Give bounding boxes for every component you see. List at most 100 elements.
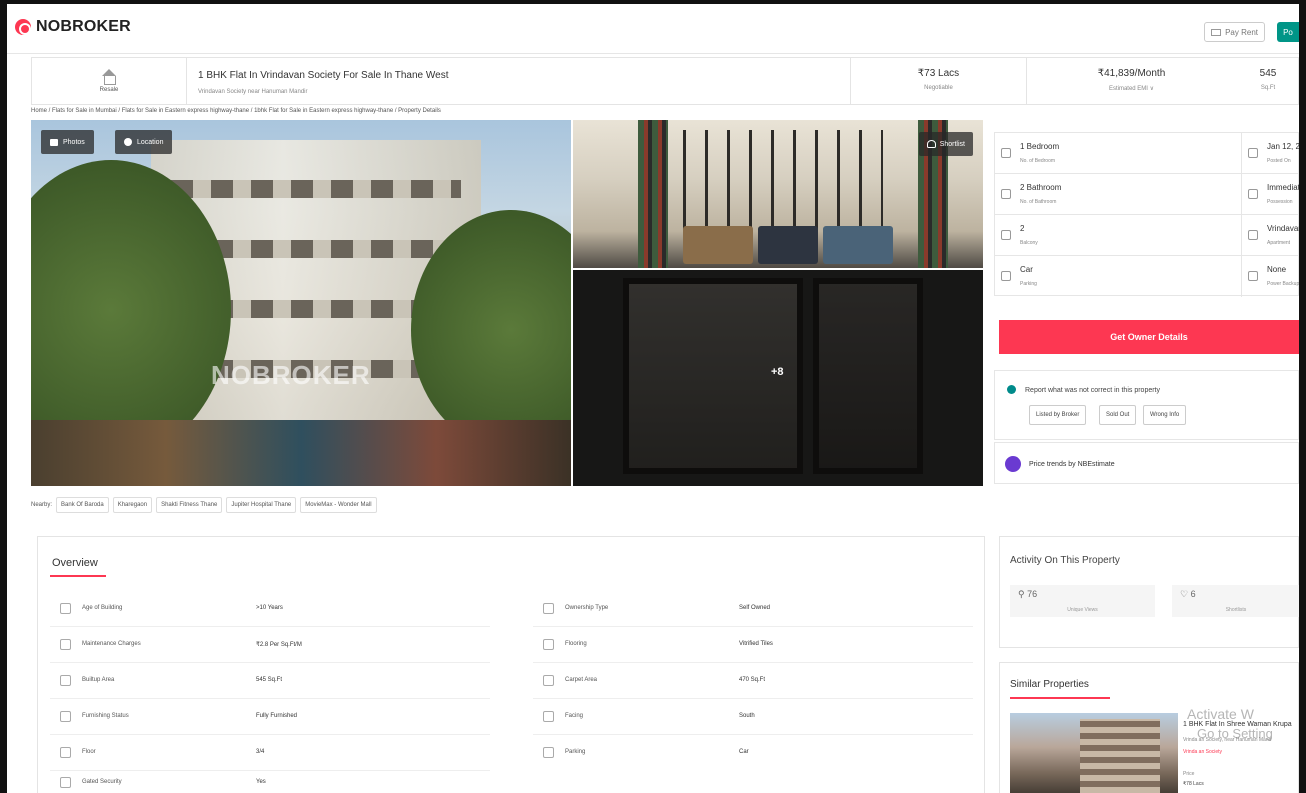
listing-type-label: Resale (99, 87, 119, 93)
emi-cell[interactable]: ₹41,839/Month Estimated EMI ∨ (1026, 58, 1236, 104)
overview-value: Car (739, 749, 749, 755)
building-age-icon (60, 603, 71, 614)
overview-value: Vitrified Tiles (739, 641, 773, 647)
balcony-icon (1001, 230, 1011, 240)
property-details-panel: 1 Bedroom No. of Bedroom Jan 12, 202 Pos… (994, 124, 1299, 484)
car-icon (1001, 271, 1011, 281)
photos-label: Photos (63, 138, 85, 146)
emi-note[interactable]: Estimated EMI ∨ (1027, 85, 1236, 92)
overview-value: Fully Furnished (256, 713, 298, 719)
feature-label: Parking (1020, 281, 1037, 287)
feature-value: 2 Bathroom (1020, 183, 1062, 192)
activity-title: Activity On This Property (1010, 555, 1120, 566)
feature-power-backup: None Power Backup (1242, 256, 1299, 297)
window-grill (683, 130, 883, 230)
more-photos-count: +8 (771, 366, 784, 378)
key-icon (1248, 189, 1258, 199)
nearby-chip[interactable]: Shakti Fitness Thane (156, 497, 223, 513)
overview-row: Flooring Vitrified Tiles (533, 627, 973, 663)
nearby-chip[interactable]: Bank Of Baroda (56, 497, 109, 513)
overview-key: Gated Security (82, 779, 122, 785)
feature-value: Vrindavan S (1267, 224, 1306, 233)
shortlist-label: Shortlist (939, 140, 965, 148)
overview-key: Maintenance Charges (82, 641, 141, 647)
shortlist-button[interactable]: Shortlist (918, 132, 973, 156)
price-trends-text: Price trends by NBEstimate (1029, 461, 1115, 468)
feature-possession: Immediate Possession (1242, 174, 1299, 215)
breadcrumb[interactable]: Home / Flats for Sale in Mumbai / Flats … (31, 108, 441, 114)
nearby-chip[interactable]: MovieMax - Wonder Mall (300, 497, 377, 513)
overview-value: 3/4 (256, 749, 265, 755)
overview-value: ₹2.8 Per Sq.Ft/M (256, 642, 302, 648)
curtain-left (638, 120, 668, 268)
feature-label: Balcony (1020, 240, 1038, 246)
overview-key: Age of Building (82, 605, 123, 611)
property-title: 1 BHK Flat In Vrindavan Society For Sale… (198, 70, 449, 81)
battery-icon (1248, 271, 1258, 281)
similar-price-label: Price (1183, 771, 1195, 777)
overview-value: 545 Sq.Ft (256, 677, 283, 683)
more-photos-tile[interactable]: +8 (573, 270, 983, 486)
overview-key: Facing (565, 713, 584, 719)
overview-row: Builtup Area 545 Sq.Ft (50, 663, 490, 699)
unique-views-box: ⚲ 76 Unique Views (1010, 585, 1155, 617)
overview-value: 470 Sq.Ft (739, 677, 766, 683)
logo-text: NOBROKER (36, 18, 131, 35)
compass-icon (543, 711, 554, 722)
cloth (823, 226, 893, 264)
carpet-area-icon (543, 675, 554, 686)
listed-by-broker-button[interactable]: Listed by Broker (1029, 405, 1087, 425)
feature-value: Immediate (1267, 183, 1305, 192)
overview-row: Parking Car (533, 735, 973, 771)
card-icon (1211, 28, 1222, 36)
feature-parking: Car Parking (995, 256, 1242, 297)
activity-section: Activity On This Property ⚲ 76 Unique Vi… (999, 536, 1299, 648)
feature-label: No. of Bathroom (1020, 199, 1057, 205)
overview-row: Gated Security Yes (50, 765, 490, 793)
pay-rent-label: Pay Rent (1225, 27, 1258, 37)
secondary-photo[interactable]: Shortlist (573, 120, 983, 268)
pay-rent-button[interactable]: Pay Rent (1204, 22, 1265, 42)
nearby-label: Nearby: (31, 502, 53, 508)
sold-out-button[interactable]: Sold Out (1099, 405, 1137, 425)
area-cell: 545 Sq.Ft (1236, 58, 1299, 104)
similar-property-link[interactable]: Vrinda an Society (1183, 749, 1222, 755)
overlay (573, 270, 983, 486)
property-header: Resale 1 BHK Flat In Vrindavan Society F… (31, 57, 1299, 105)
feature-value: Car (1020, 265, 1033, 274)
overview-key: Parking (565, 749, 586, 755)
get-owner-details-button[interactable]: Get Owner Details (999, 320, 1299, 354)
nearby-chip[interactable]: Kharegaon (112, 497, 153, 513)
heart-icon (926, 140, 936, 148)
photos-button[interactable]: Photos (41, 130, 94, 154)
windows-activation-line2: Go to Setting (1197, 726, 1273, 741)
overview-key: Floor (82, 749, 96, 755)
title-underline (50, 575, 106, 577)
nearby-chip[interactable]: Jupiter Hospital Thane (226, 497, 297, 513)
price-trends-link[interactable]: Price trends by NBEstimate (994, 442, 1299, 484)
windows-activation-line1: Activate W (1187, 706, 1254, 722)
location-button[interactable]: Location (115, 130, 173, 154)
overview-value: Self Owned (739, 605, 771, 611)
page-frame: NOBROKER Pay Rent Po Resale 1 BHK Flat I… (0, 0, 1306, 793)
views-count: ⚲ 76 (1018, 589, 1038, 599)
feature-label: Apartment (1267, 240, 1291, 246)
area-value: 545 (1259, 68, 1277, 79)
overview-title: Overview (52, 557, 98, 569)
feature-value: 2 (1020, 224, 1025, 233)
area-unit: Sq.Ft (1260, 85, 1276, 91)
similar-property-image[interactable] (1010, 713, 1178, 793)
feature-value: Jan 12, 202 (1267, 142, 1306, 151)
overview-value: South (739, 713, 755, 719)
overview-row: Furnishing Status Fully Furnished (50, 699, 490, 735)
overview-key: Builtup Area (82, 677, 115, 683)
overview-key: Flooring (565, 641, 587, 647)
furnishing-icon (60, 711, 71, 722)
main-photo[interactable]: NOBROKER Photos Location (31, 120, 571, 486)
wrong-info-button[interactable]: Wrong Info (1143, 405, 1187, 425)
title-underline (1010, 697, 1110, 699)
property-address: Vrindavan Society near Hanuman Mandir (198, 89, 308, 95)
post-property-button[interactable]: Po (1277, 22, 1299, 42)
nearby-bar: Nearby: Bank Of Baroda Kharegaon Shakti … (31, 492, 983, 518)
nobroker-logo[interactable]: NOBROKER (15, 18, 131, 36)
